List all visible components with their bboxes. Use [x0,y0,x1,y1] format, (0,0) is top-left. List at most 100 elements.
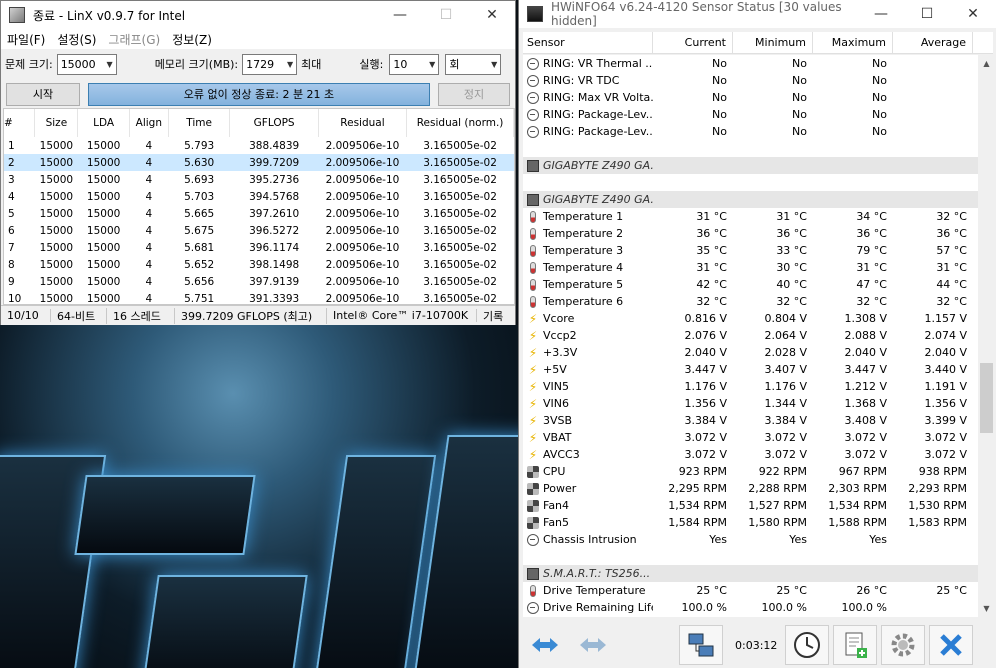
fan-icon [527,516,539,529]
table-row[interactable]: 1 15000 15000 4 5.793 388.4839 2.009506e-10 3.1… [4,137,514,154]
sensor-group-row[interactable]: S.M.A.R.T.: TS256... [523,565,995,582]
sensor-row[interactable] [523,548,995,565]
col-current[interactable]: Current [653,32,733,53]
sensor-row[interactable]: ⚡ Vcore 0.816 V 0.804 V 1.308 V 1.157 V [523,310,995,327]
maximum-value: 3.447 V [844,363,887,376]
sensor-row[interactable]: RING: VR TDC No No No [523,72,995,89]
menu-settings[interactable]: 설정(S) [51,31,102,48]
table-cell: 15000 [86,173,121,186]
sensor-row[interactable]: ⚡ 3VSB 3.384 V 3.384 V 3.408 V 3.399 V [523,412,995,429]
sensor-row[interactable]: ⚡ AVCC3 3.072 V 3.072 V 3.072 V 3.072 V [523,446,995,463]
close-icon[interactable]: ✕ [950,0,996,28]
sensor-row[interactable]: ⚡ +3.3V 2.040 V 2.028 V 2.040 V 2.040 V [523,344,995,361]
hwinfo-titlebar[interactable]: HWiNFO64 v6.24-4120 Sensor Status [30 va… [519,0,996,28]
table-cell: 398.1498 [249,258,300,271]
sensor-row[interactable]: Fan5 1,584 RPM 1,580 RPM 1,588 RPM 1,583 RPM [523,514,995,531]
sensor-row[interactable]: Temperature 4 31 °C 30 °C 31 °C 31 °C [523,259,995,276]
table-row[interactable]: 2 15000 15000 4 5.630 399.7209 2.009506e-10 3.1… [4,154,514,171]
sensor-row[interactable]: ⚡ VBAT 3.072 V 3.072 V 3.072 V 3.072 V [523,429,995,446]
navigate-left-right-icon[interactable] [523,625,567,665]
col-4[interactable]: Time [168,109,231,137]
scroll-thumb[interactable] [980,363,993,433]
sensor-row[interactable]: Drive FailureNoNoNo [523,616,995,617]
table-row[interactable]: 6 15000 15000 4 5.675 396.5272 2.009506e-10 3.1… [4,222,514,239]
col-6[interactable]: Residual [318,109,408,137]
report-add-icon[interactable] [833,625,878,665]
sensor-row[interactable]: Fan4 1,534 RPM 1,527 RPM 1,534 RPM 1,530 RPM [523,497,995,514]
sensor-group-row[interactable]: GIGABYTE Z490 GA... [523,191,995,208]
settings-gear-icon[interactable] [881,625,926,665]
network-icon[interactable] [679,625,723,665]
runs-unit-combo[interactable]: 회 ▼ [445,53,502,75]
scroll-down-icon[interactable]: ▼ [978,600,995,617]
scroll-up-icon[interactable]: ▲ [978,55,995,72]
table-cell: 5.751 [184,292,215,305]
sensor-row[interactable]: Temperature 1 31 °C 31 °C 34 °C 32 °C [523,208,995,225]
sensor-scrollbar[interactable]: ▲ ▼ [978,55,995,617]
sensor-row[interactable]: Chassis Intrusion Yes Yes Yes [523,531,995,548]
sensor-group-row[interactable]: GIGABYTE Z490 GA... [523,157,995,174]
col-maximum[interactable]: Maximum [813,32,893,53]
table-row[interactable]: 4 15000 15000 4 5.703 394.5768 2.009506e-10 3.1… [4,188,514,205]
col-5[interactable]: GFLOPS [229,109,319,137]
sensor-row[interactable]: Drive Temperature 25 °C 25 °C 26 °C 25 °C [523,582,995,599]
sensor-row[interactable]: Temperature 5 42 °C 40 °C 47 °C 44 °C [523,276,995,293]
sensor-row[interactable]: ⚡ VIN5 1.176 V 1.176 V 1.212 V 1.191 V [523,378,995,395]
stop-button[interactable]: 정지 [438,82,510,106]
menu-file[interactable]: 파일(F) [1,31,51,48]
max-label[interactable]: 최대 [301,56,321,72]
sensor-row[interactable]: CPU 923 RPM 922 RPM 967 RPM 938 RPM [523,463,995,480]
table-row[interactable]: 8 15000 15000 4 5.652 398.1498 2.009506e-10 3.1… [4,256,514,273]
memory-size-combo[interactable]: 1729 ▼ [242,53,298,75]
problem-size-combo[interactable]: 15000 ▼ [56,53,117,75]
table-cell: 7 [8,241,15,254]
col-average[interactable]: Average [893,32,973,53]
table-row[interactable]: 7 15000 15000 4 5.681 396.1174 2.009506e-10 3.1… [4,239,514,256]
col-0[interactable]: # [4,109,36,137]
col-3[interactable]: Align [129,109,169,137]
minimize-icon[interactable]: — [858,0,904,28]
table-cell: 3.165005e-02 [423,258,497,271]
table-row[interactable]: 5 15000 15000 4 5.665 397.2610 2.009506e-10 3.1… [4,205,514,222]
sensor-list[interactable]: RING: VR Thermal ... No No No RING: VR TDC No… [523,55,995,617]
col-minimum[interactable]: Minimum [733,32,813,53]
sensor-row[interactable] [523,140,995,157]
maximum-value: 3.072 V [844,448,887,461]
menu-graph[interactable]: 그래프(G) [102,31,166,48]
menu-info[interactable]: 정보(Z) [166,31,218,48]
col-7[interactable]: Residual (norm.) [406,109,514,137]
table-cell: 399.7209 [229,154,319,171]
sensor-row[interactable]: RING: Package-Lev... No No No [523,106,995,123]
sensor-row[interactable]: ⚡ +5V 3.447 V 3.407 V 3.447 V 3.440 V [523,361,995,378]
status-log[interactable]: 기록 [477,308,515,324]
col-1[interactable]: Size [34,109,79,137]
maximize-icon[interactable]: ☐ [904,0,950,28]
sensor-row[interactable]: RING: Max VR Volta... No No No [523,89,995,106]
table-row[interactable]: 3 15000 15000 4 5.693 395.2736 2.009506e-10 3.1… [4,171,514,188]
minimum-value: 2.028 V [764,346,807,359]
sensor-row[interactable]: Temperature 6 32 °C 32 °C 32 °C 32 °C [523,293,995,310]
sensor-row[interactable]: Temperature 3 35 °C 33 °C 79 °C 57 °C [523,242,995,259]
sensor-row[interactable]: Power 2,295 RPM 2,288 RPM 2,303 RPM 2,293 RP… [523,480,995,497]
linx-titlebar[interactable]: 종료 - LinX v0.9.7 for Intel — ☐ ✕ [1,1,515,29]
close-icon[interactable]: ✕ [469,1,515,29]
minimize-icon[interactable]: — [377,1,423,29]
sensor-row[interactable]: RING: VR Thermal ... No No No [523,55,995,72]
sensor-row[interactable]: Drive Remaining Life 100.0 % 100.0 % 100.0 … [523,599,995,616]
sensor-name: Temperature 2 [543,227,624,240]
col-2[interactable]: LDA [77,109,130,137]
col-sensor[interactable]: Sensor [523,32,653,53]
runs-unit-value: 회 [449,58,460,71]
close-x-icon[interactable] [929,625,974,665]
runs-combo[interactable]: 10 ▼ [389,53,440,75]
sensor-row[interactable] [523,174,995,191]
table-cell: 3.165005e-02 [423,207,497,220]
table-row[interactable]: 10 15000 15000 4 5.751 391.3393 2.009506e-10 3.… [4,290,514,305]
table-row[interactable]: 9 15000 15000 4 5.656 397.9139 2.009506e-10 3.1… [4,273,514,290]
sensor-row[interactable]: Temperature 2 36 °C 36 °C 36 °C 36 °C [523,225,995,242]
clock-icon[interactable] [785,625,830,665]
sensor-row[interactable]: ⚡ Vccp2 2.076 V 2.064 V 2.088 V 2.074 V [523,327,995,344]
sensor-row[interactable]: ⚡ VIN6 1.356 V 1.344 V 1.368 V 1.356 V [523,395,995,412]
start-button[interactable]: 시작 [6,82,80,106]
sensor-row[interactable]: RING: Package-Lev... No No No [523,123,995,140]
